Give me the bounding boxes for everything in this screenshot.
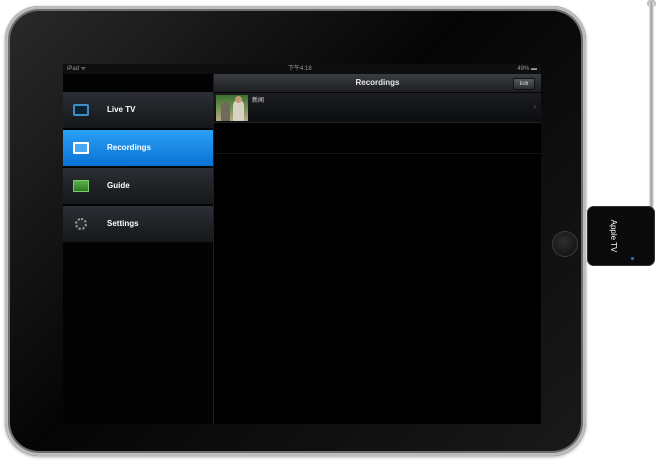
status-battery: 49% ▬ — [517, 66, 537, 72]
screen: iPad ᯤ 下午4:18 49% ▬ Live TV Recordings G… — [63, 64, 541, 424]
status-carrier: iPad ᯤ — [67, 66, 87, 72]
ipad-device: iPad ᯤ 下午4:18 49% ▬ Live TV Recordings G… — [5, 6, 586, 456]
recordings-icon — [73, 142, 89, 154]
status-bar: iPad ᯤ 下午4:18 49% ▬ — [63, 64, 541, 74]
edit-button[interactable]: Edit — [513, 78, 535, 90]
chevron-right-icon: › — [533, 102, 536, 111]
list-item[interactable]: 新闻 › — [214, 93, 541, 123]
sidebar: Live TV Recordings Guide Settings — [63, 74, 214, 424]
sidebar-item-guide[interactable]: Guide — [63, 168, 213, 205]
gear-icon — [75, 218, 87, 230]
sidebar-item-label: Settings — [107, 219, 139, 228]
tv-icon — [73, 104, 89, 116]
dongle-label: Apple TV — [609, 219, 618, 253]
navbar: Recordings Edit — [214, 74, 541, 93]
page-title: Recordings — [355, 78, 400, 87]
sidebar-item-label: Live TV — [107, 105, 136, 114]
recordings-panel: Recordings Edit 新闻 › — [214, 74, 541, 424]
sidebar-item-label: Recordings — [107, 143, 152, 152]
sidebar-item-settings[interactable]: Settings — [63, 206, 213, 243]
sidebar-item-recordings[interactable]: Recordings — [63, 130, 213, 167]
recording-thumbnail — [216, 95, 248, 121]
dongle-led-icon — [631, 257, 634, 260]
antenna — [649, 2, 654, 208]
row-divider — [214, 153, 541, 154]
recording-title: 新闻 — [252, 98, 265, 104]
status-time: 下午4:18 — [288, 66, 312, 72]
home-button[interactable] — [552, 231, 578, 257]
guide-icon — [73, 180, 89, 192]
sidebar-item-label: Guide — [107, 181, 130, 190]
sidebar-item-live-tv[interactable]: Live TV — [63, 92, 213, 129]
